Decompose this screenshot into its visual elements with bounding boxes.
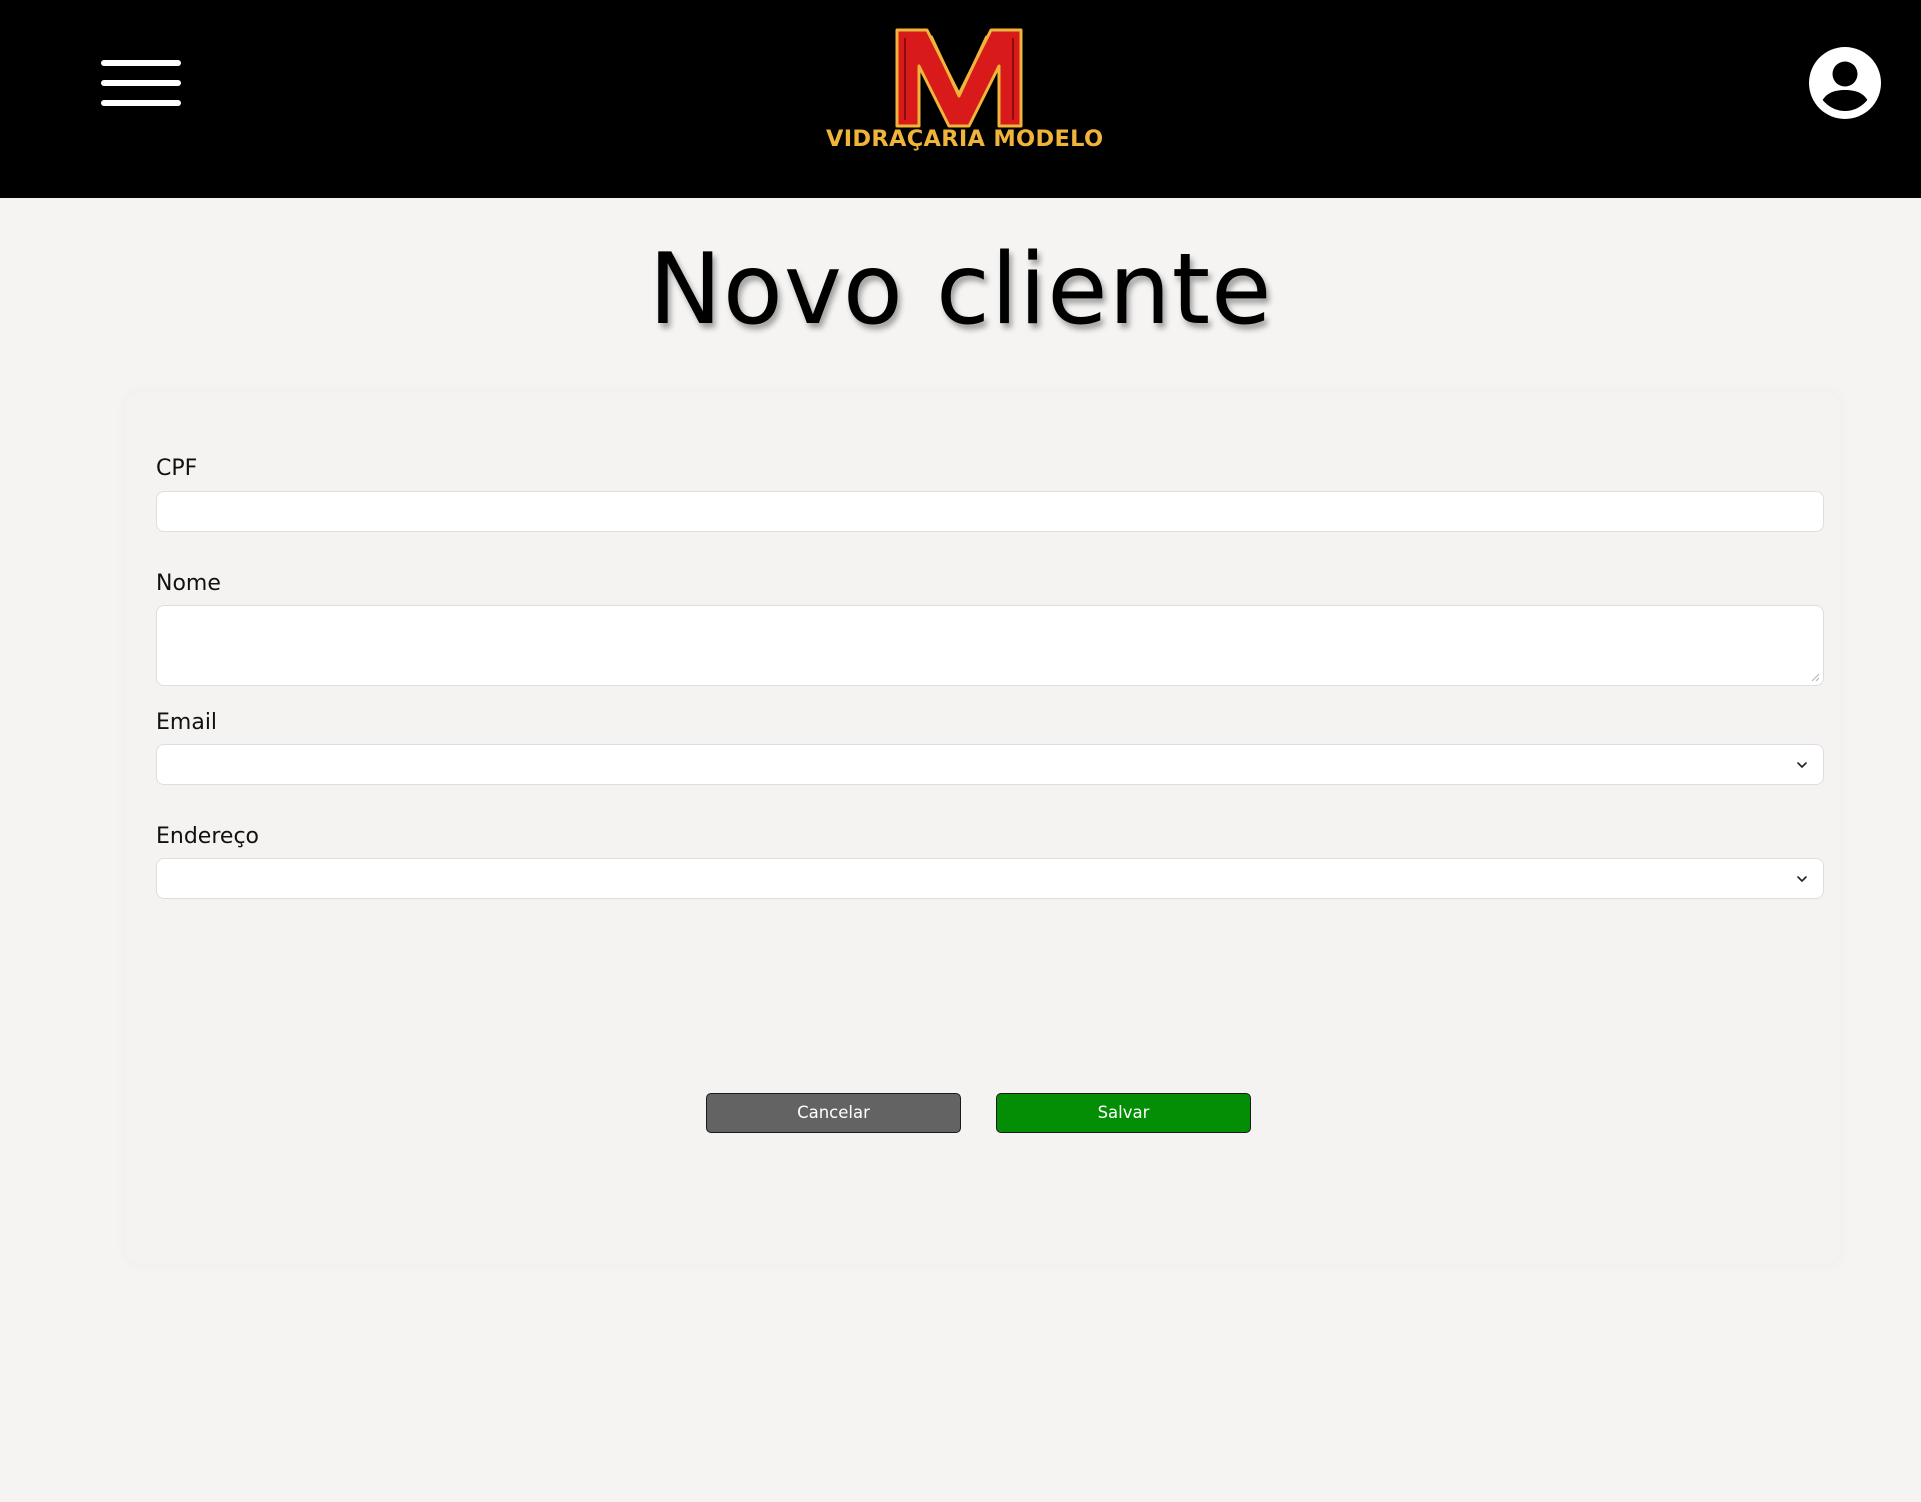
menu-line [101, 80, 181, 86]
resize-grip-icon[interactable] [1811, 673, 1820, 682]
chevron-down-icon [1797, 875, 1807, 882]
email-label: Email [156, 710, 218, 735]
menu-line [101, 100, 181, 106]
cancel-button[interactable]: Cancelar [706, 1093, 961, 1133]
brand-name: VIDRAÇARIA MODELO [826, 126, 1104, 152]
hamburger-menu-icon[interactable] [101, 58, 181, 110]
chevron-down-icon [1797, 761, 1807, 768]
nome-textarea[interactable] [156, 605, 1824, 686]
email-select[interactable] [156, 744, 1824, 785]
page-title: Novo cliente [648, 233, 1273, 347]
cpf-input[interactable] [156, 491, 1824, 532]
cpf-label: CPF [156, 456, 198, 481]
brand-logo[interactable]: VIDRAÇARIA MODELO [826, 20, 1104, 160]
top-navigation-bar: VIDRAÇARIA MODELO [0, 0, 1921, 198]
nome-label: Nome [156, 571, 221, 596]
endereco-select[interactable] [156, 858, 1824, 899]
logo-m-icon [895, 28, 1023, 128]
menu-line [101, 60, 181, 66]
save-button[interactable]: Salvar [996, 1093, 1251, 1133]
user-avatar-icon[interactable] [1808, 46, 1882, 120]
endereco-label: Endereço [156, 824, 259, 849]
